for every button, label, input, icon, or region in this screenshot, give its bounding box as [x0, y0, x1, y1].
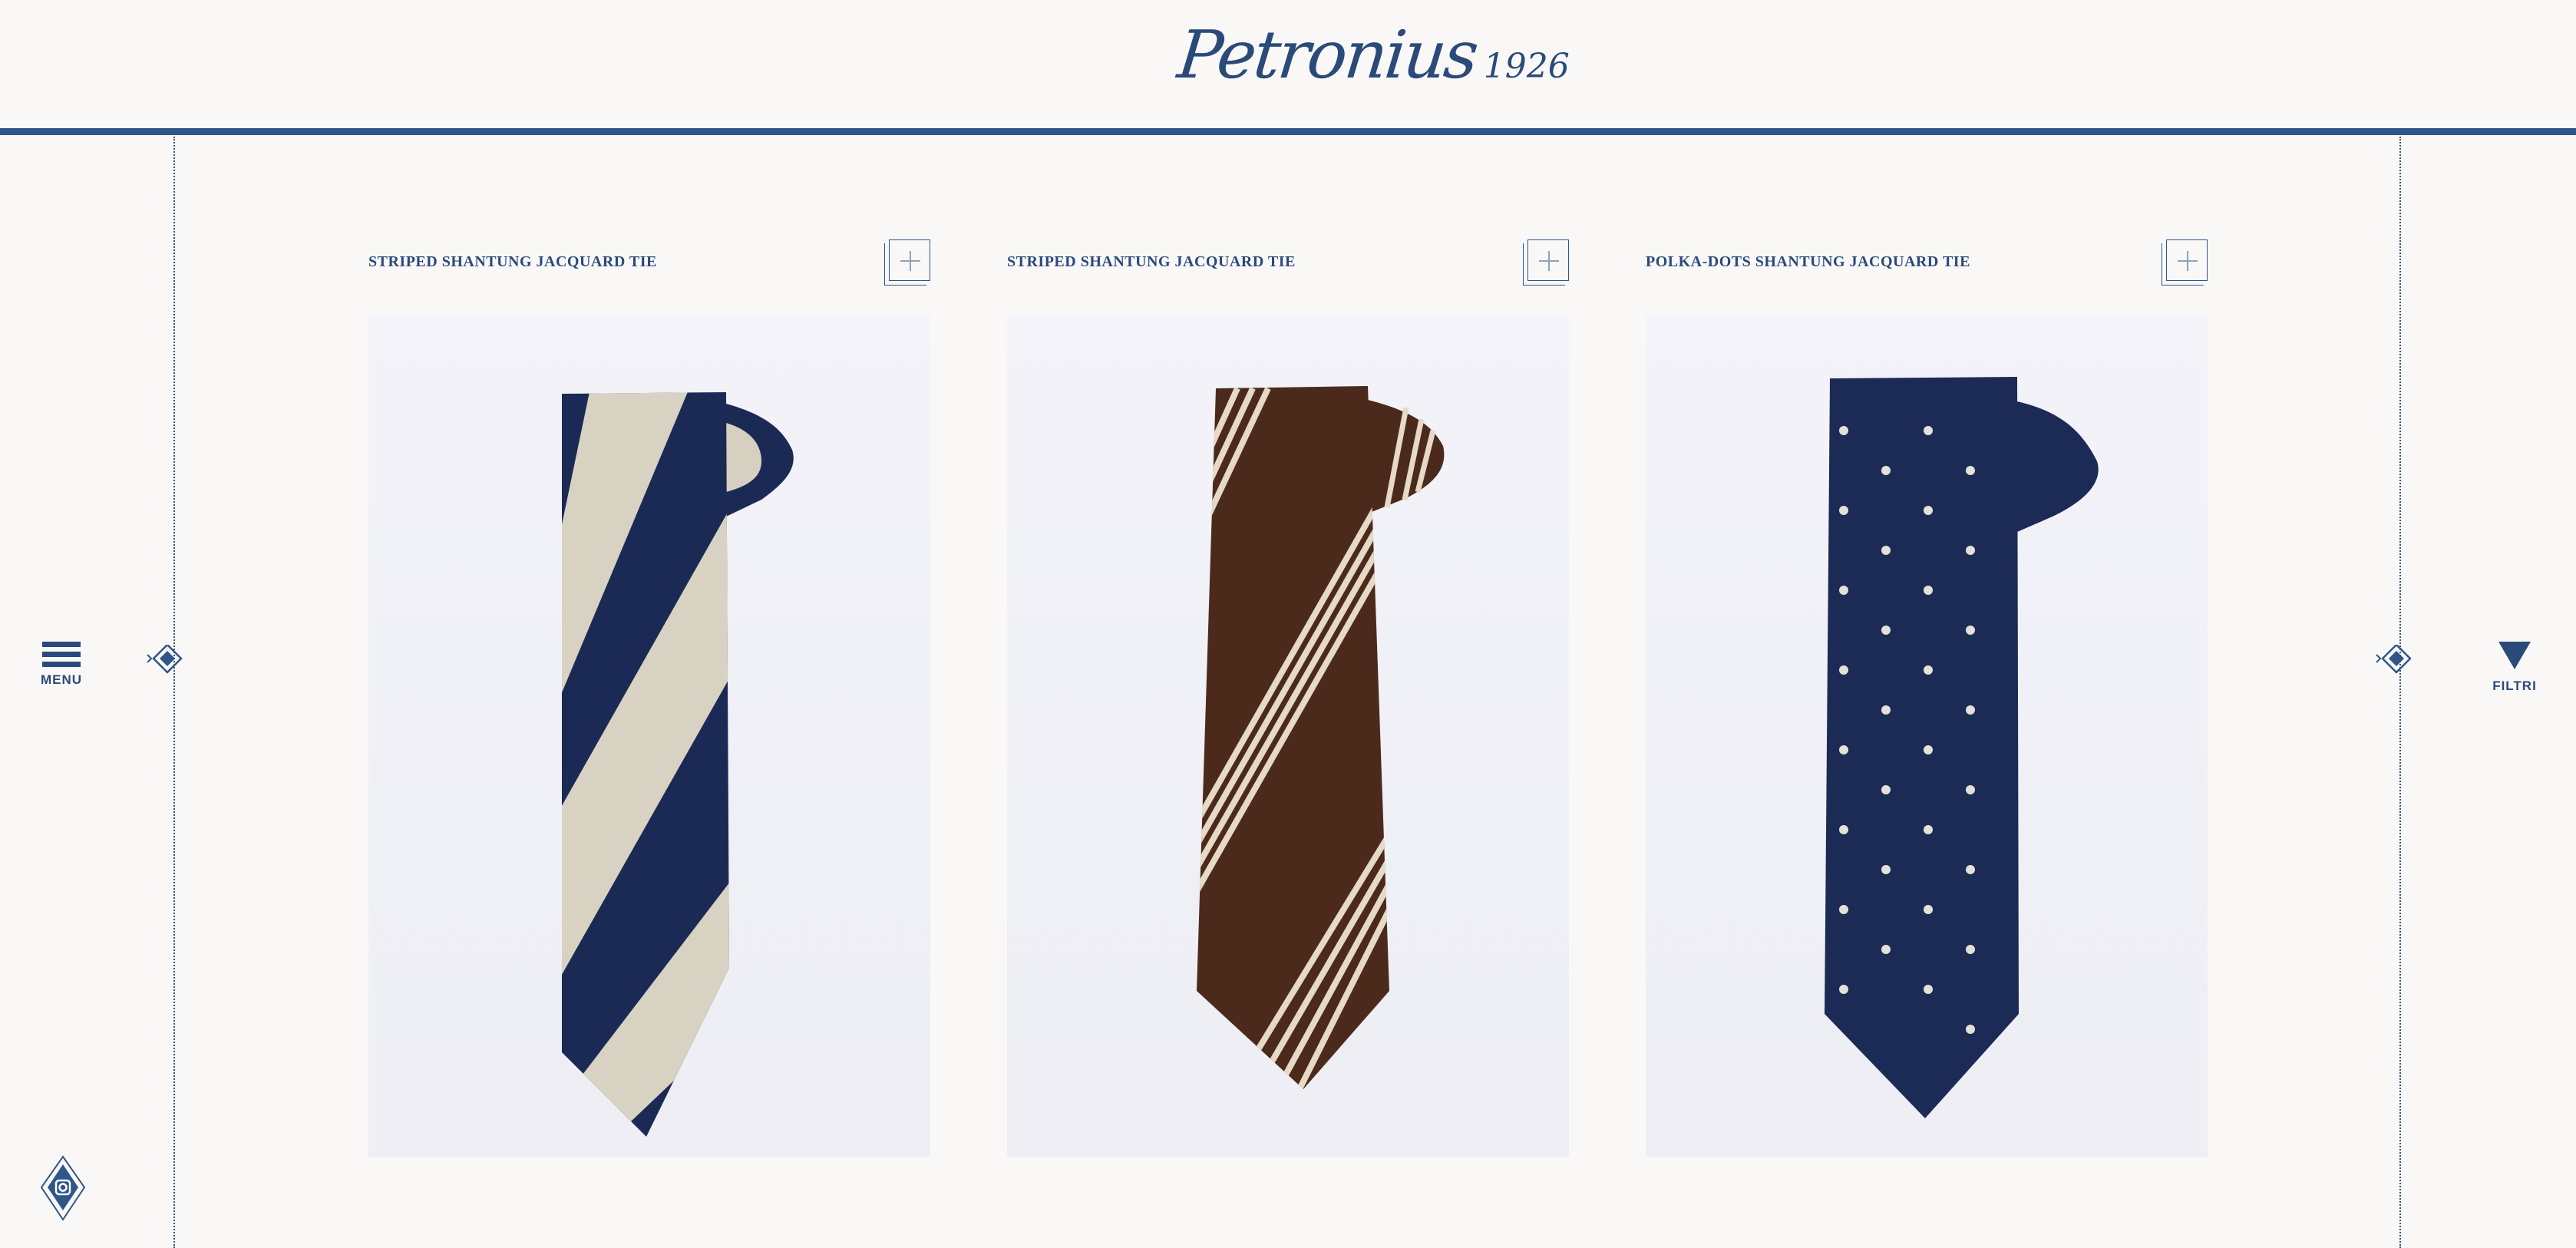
add-to-cart-button[interactable] — [1523, 239, 1569, 286]
brand-name: Petronius — [1174, 17, 1481, 94]
polka-dot — [1924, 506, 1933, 515]
product-title[interactable]: POLKA-DOTS SHANTUNG JACQUARD TIE — [1646, 253, 1970, 271]
polka-dot — [1839, 586, 1848, 595]
polka-dot — [1839, 985, 1848, 994]
polka-dot — [1881, 546, 1891, 555]
brand-logo[interactable]: Petronius 1926 — [1174, 17, 1570, 101]
menu-button[interactable]: MENU — [31, 642, 92, 703]
triangle-down-icon — [2498, 642, 2531, 669]
polka-dot — [1839, 426, 1848, 435]
product-image[interactable] — [368, 315, 930, 1157]
polka-dot — [1924, 985, 1933, 994]
polka-dot — [1924, 745, 1933, 754]
polka-dot — [1966, 546, 1975, 555]
hamburger-icon — [31, 642, 92, 667]
polka-dot — [1966, 1025, 1975, 1034]
polka-dot — [1966, 466, 1975, 475]
add-to-cart-button[interactable] — [2162, 239, 2208, 286]
polka-dot — [1924, 586, 1933, 595]
prev-diamond-icon[interactable] — [144, 643, 198, 675]
polka-dot — [1839, 905, 1848, 914]
add-to-cart-button[interactable] — [884, 239, 930, 286]
polka-dot — [1966, 705, 1975, 715]
polka-dot — [1839, 665, 1848, 675]
polka-dot — [1924, 426, 1933, 435]
left-frame-line — [173, 137, 175, 1248]
polka-dot — [1881, 785, 1891, 794]
polka-dot — [1966, 865, 1975, 874]
site-header: Petronius 1926 — [0, 0, 2576, 135]
filter-button[interactable]: FILTRI — [2484, 642, 2545, 703]
product-image[interactable] — [1646, 315, 2208, 1157]
next-diamond-icon[interactable] — [2373, 643, 2427, 675]
polka-dot — [1881, 705, 1891, 715]
plus-icon — [884, 243, 926, 286]
right-frame-line — [2399, 137, 2401, 1248]
polka-dot — [1839, 825, 1848, 834]
polka-dot — [1881, 466, 1891, 475]
polka-dot — [1924, 825, 1933, 834]
product-title[interactable]: STRIPED SHANTUNG JACQUARD TIE — [1007, 253, 1296, 271]
product-image[interactable] — [1007, 315, 1569, 1157]
polka-dot — [1881, 626, 1891, 635]
header-divider — [0, 128, 2576, 135]
polka-dot — [1881, 945, 1891, 954]
polka-dot — [1839, 506, 1848, 515]
polka-dot — [1966, 626, 1975, 635]
instagram-icon[interactable] — [40, 1155, 86, 1221]
filter-label: FILTRI — [2492, 678, 2537, 693]
polka-dot — [1966, 785, 1975, 794]
product-title[interactable]: STRIPED SHANTUNG JACQUARD TIE — [368, 253, 657, 271]
polka-dot — [1966, 945, 1975, 954]
brand-year: 1926 — [1483, 47, 1570, 86]
polka-dot — [1924, 905, 1933, 914]
menu-label: MENU — [40, 672, 83, 687]
polka-dot — [1839, 745, 1848, 754]
polka-dot — [1881, 865, 1891, 874]
plus-icon — [2162, 243, 2204, 286]
polka-dot — [1924, 665, 1933, 675]
plus-icon — [1523, 243, 1565, 286]
